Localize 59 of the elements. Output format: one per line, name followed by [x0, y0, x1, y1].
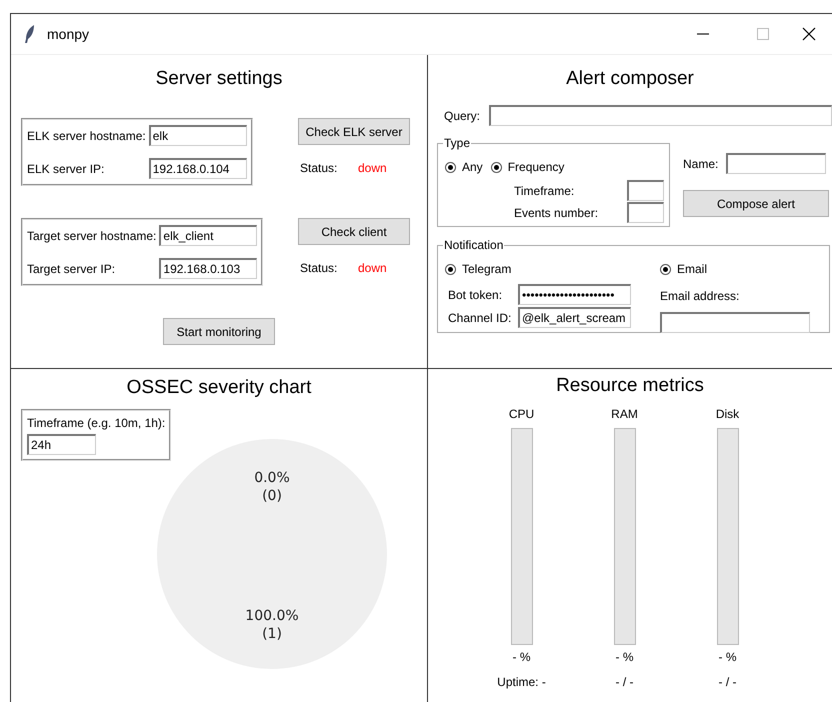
meter-label: Disk [716, 406, 740, 423]
timeframe-field[interactable]: 24h [27, 434, 96, 455]
minimize-icon[interactable] [697, 33, 709, 35]
close-icon[interactable] [802, 27, 816, 41]
radio-option[interactable]: Email [660, 260, 708, 278]
meter-footer: Uptime: - [497, 673, 546, 691]
start-monitoring-button[interactable]: Start monitoring [163, 318, 275, 345]
group-legend: Notification [443, 238, 504, 252]
radio-option[interactable]: Frequency [490, 158, 564, 176]
meter-footer: - / - [616, 673, 634, 691]
text-field[interactable]: elk [148, 125, 247, 146]
meter-reading: - % [512, 649, 530, 666]
panel-title: OSSEC severity chart [126, 376, 312, 400]
meter-footer: - / - [718, 673, 736, 691]
panel-title: Server settings [154, 67, 284, 91]
field-label: Name: [683, 156, 718, 172]
text-field[interactable]: elk_client [159, 225, 258, 246]
meter-label: RAM [611, 406, 638, 423]
field-label: Bot token: [448, 286, 504, 304]
field-label: Target server IP: [27, 260, 116, 278]
radio-option[interactable]: Telegram [445, 260, 512, 278]
status-value: down [358, 160, 387, 177]
number-field[interactable] [627, 202, 664, 223]
field-label: ELK server hostname: [27, 128, 146, 144]
count-label: (1) [262, 626, 282, 642]
number-field[interactable] [627, 180, 664, 201]
window-title: monpy [47, 24, 90, 44]
field-label: Channel ID: [448, 310, 512, 326]
check-button[interactable]: Check client [298, 218, 410, 245]
query-field[interactable] [489, 105, 832, 126]
meter-reading: - % [616, 649, 634, 666]
meter-label: CPU [508, 406, 534, 423]
status-label: Status: [300, 260, 338, 277]
field-label: Target server hostname: [27, 228, 156, 244]
text-field[interactable]: 192.168.0.104 [148, 158, 247, 179]
email-field[interactable] [660, 312, 810, 333]
percent-label: 0.0% [254, 470, 290, 486]
group-legend: Type [443, 136, 472, 150]
text-field[interactable]: @elk_alert_scream [518, 307, 631, 328]
field-label: Timeframe (e.g. 10m, 1h): [27, 415, 166, 432]
field-label: Events number: [514, 204, 600, 222]
check-button[interactable]: Check ELK server [298, 118, 410, 145]
panel-title: Alert composer [565, 67, 695, 91]
feather-icon [25, 25, 35, 43]
field-label: Query: [444, 108, 480, 124]
compose-alert-button[interactable]: Compose alert [683, 190, 829, 217]
field-label: ELK server IP: [27, 160, 106, 178]
count-label: (0) [262, 488, 282, 504]
status-label: Status: [300, 160, 338, 177]
name-field[interactable] [726, 153, 826, 174]
text-field[interactable]: 192.168.0.103 [159, 258, 258, 279]
field-label: Email address: [660, 288, 740, 305]
percent-label: 100.0% [246, 608, 299, 624]
radio-option[interactable]: Any [445, 158, 483, 176]
text-field[interactable]: •••••••••••••••••••••• [518, 284, 631, 305]
field-label: Timeframe: [514, 182, 576, 200]
status-value: down [358, 260, 387, 277]
panel-title: Resource metrics [555, 374, 705, 398]
meter-reading: - % [718, 649, 736, 666]
